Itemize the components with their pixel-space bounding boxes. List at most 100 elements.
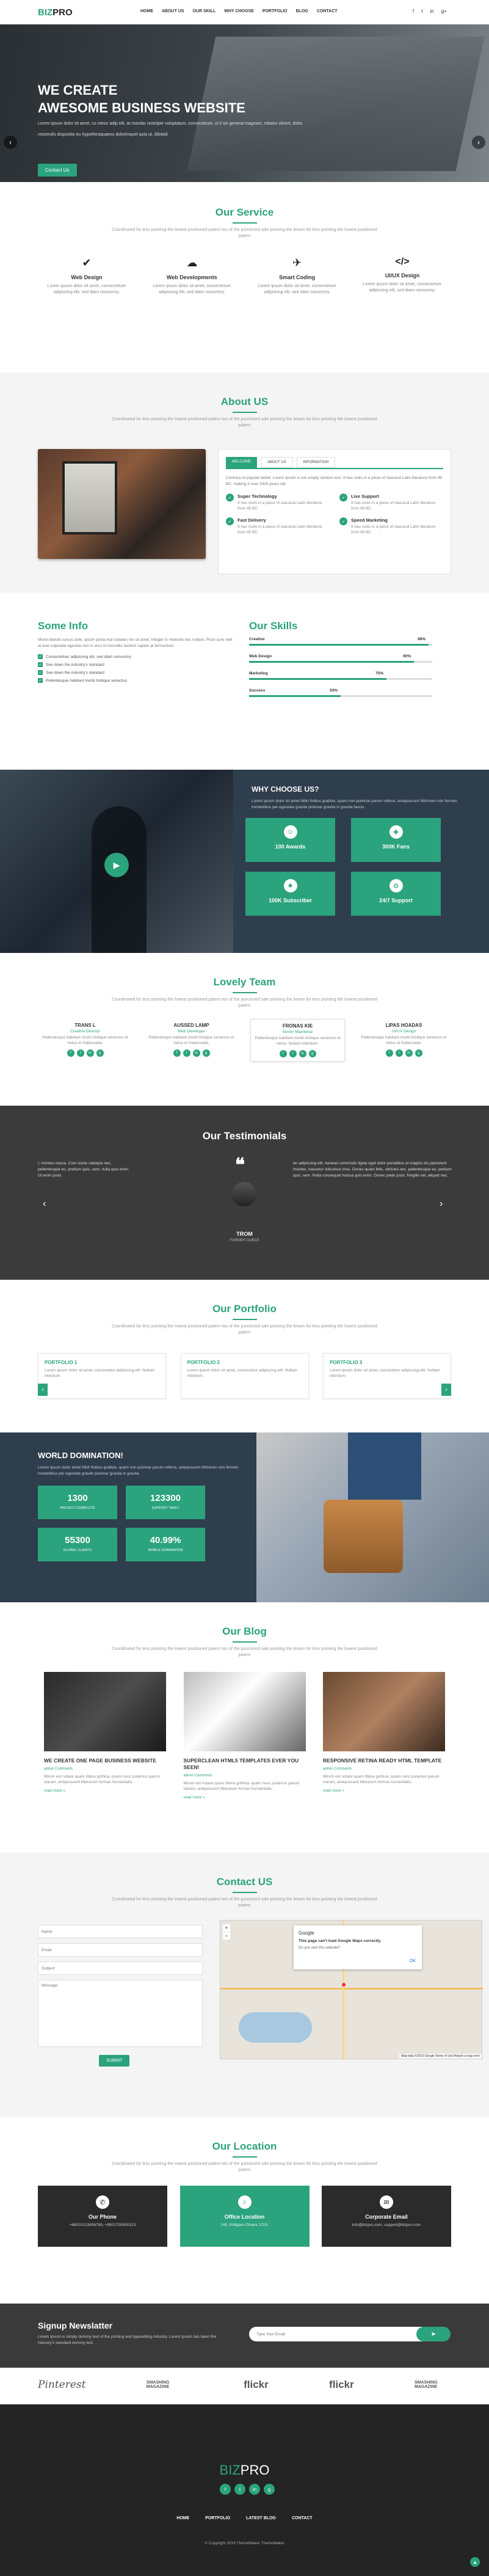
send-button[interactable]: ➤: [416, 2327, 451, 2341]
map-marker-icon: ●: [341, 1979, 347, 1989]
google-plus-icon[interactable]: g: [308, 1050, 316, 1057]
play-button-icon[interactable]: ▶: [104, 853, 129, 877]
portfolio-prev-arrow[interactable]: ‹: [38, 1384, 48, 1396]
skill-header: Web Design 90%: [249, 654, 432, 659]
service-item-title: Smart Coding: [279, 274, 316, 280]
twitter-icon[interactable]: t: [234, 2484, 245, 2495]
tab-information[interactable]: INFORMATION: [296, 457, 336, 468]
why-text: Lorem ipsum dolor sit amet Nibh finibus …: [252, 799, 457, 809]
portfolio-card-title: PORTFOLIO 1: [45, 1360, 78, 1365]
google-plus-icon[interactable]: g: [415, 1049, 422, 1057]
smashing-magazine-logo[interactable]: SMASHING MAGAZINE: [415, 2381, 451, 2389]
read-more-link[interactable]: read more »: [323, 1789, 445, 1793]
google-plus-icon[interactable]: g+: [441, 9, 447, 14]
linkedin-icon[interactable]: in: [405, 1049, 413, 1057]
testimonial-next-arrow[interactable]: ›: [440, 1199, 443, 1210]
linkedin-icon[interactable]: in: [430, 9, 433, 14]
nav-link-skill[interactable]: OUR SKILL: [193, 9, 216, 13]
blog-post-title[interactable]: SUPERCLEAN HTML5 TEMPLATES EVER YOU SEEN…: [184, 1757, 306, 1771]
facebook-icon[interactable]: f: [385, 1049, 393, 1057]
smashing-magazine-logo[interactable]: SMASHING MAGAZINE: [147, 2381, 183, 2389]
tab-about-us[interactable]: ABOUT US: [261, 457, 293, 468]
nav-link-portfolio[interactable]: PORTFOLIO: [263, 9, 288, 13]
portfolio-next-arrow[interactable]: ›: [441, 1384, 451, 1396]
linkedin-icon[interactable]: in: [86, 1049, 94, 1057]
testimonial-prev-arrow[interactable]: ‹: [43, 1199, 46, 1210]
facebook-icon[interactable]: f: [220, 2484, 231, 2495]
nav-link-contact[interactable]: CONTACT: [317, 9, 338, 13]
footer-link-contact[interactable]: CONTACT: [292, 2516, 313, 2520]
portfolio-card[interactable]: PORTFOLIO 1 Lorem ipsum dolor sit amet, c…: [38, 1353, 166, 1399]
name-input[interactable]: [38, 1925, 203, 1938]
feature-item: ✓ Speed Marketing It has roots in a piece …: [339, 517, 443, 535]
skill-bar-fill: [249, 661, 414, 663]
blog-post-image[interactable]: [44, 1672, 166, 1751]
team-member-card: LIPAS HOADAS UI/UX Design Pellentesque h…: [357, 1019, 451, 1062]
read-more-link[interactable]: read more »: [44, 1789, 166, 1793]
google-plus-icon[interactable]: g: [202, 1049, 210, 1057]
footer-link-home[interactable]: HOME: [176, 2516, 189, 2520]
subject-input[interactable]: [38, 1961, 203, 1975]
location-card: ⌂ Office Location 240, Khilgaon Dhaka 1219…: [179, 2186, 310, 2247]
nav-link-why[interactable]: WHY CHOOSE: [224, 9, 254, 13]
blog-post-image[interactable]: [323, 1672, 445, 1751]
about-subtitle: Coordinated for less pointing the lowest…: [112, 417, 377, 428]
read-more-link[interactable]: read more »: [184, 1795, 306, 1800]
twitter-icon[interactable]: t: [183, 1049, 190, 1057]
why-content: WHY CHOOSE US? Lorem ipsum dolor sit ame…: [233, 770, 489, 953]
twitter-icon[interactable]: t: [289, 1050, 297, 1057]
service-item: ✔ Web Design Lorem ipsum dolor sit amet,…: [38, 257, 136, 296]
why-box: ✚ 300K Fans: [351, 818, 441, 862]
nav-link-blog[interactable]: BLOG: [296, 9, 308, 13]
twitter-icon[interactable]: t: [76, 1049, 84, 1057]
message-input[interactable]: [38, 1980, 203, 2047]
google-plus-icon[interactable]: g: [264, 2484, 275, 2495]
blog-post-title[interactable]: RESPONSIVE RETINA READY HTML TEMPLATE: [323, 1757, 445, 1764]
tab-welcome[interactable]: WELCOME: [226, 457, 258, 468]
flickr-logo[interactable]: flickr: [244, 2379, 269, 2391]
map-zoom-out[interactable]: −: [223, 1932, 230, 1939]
linkedin-icon[interactable]: in: [192, 1049, 200, 1057]
submit-button[interactable]: SUBMIT: [99, 2055, 130, 2067]
pinterest-logo[interactable]: Pinterest: [38, 2379, 85, 2391]
blog-post-image[interactable]: [183, 1672, 306, 1751]
team-subtitle: Coordinated for less pointing the lowest…: [112, 998, 377, 1008]
facebook-icon[interactable]: f: [67, 1049, 74, 1057]
blog-post-title[interactable]: WE CREATE ONE PAGE BUSINESS WEBSITE: [44, 1757, 166, 1764]
team-member-card: AUSSED LAMP Web Developer Pellentesque h…: [144, 1019, 239, 1062]
footer-logo[interactable]: BIZPRO: [0, 2462, 489, 2478]
facebook-icon[interactable]: f: [413, 9, 414, 14]
linkedin-icon[interactable]: in: [249, 2484, 260, 2495]
facebook-icon[interactable]: f: [279, 1050, 287, 1057]
back-to-top-button[interactable]: ▲: [470, 2557, 480, 2567]
feature-title: Live Support: [351, 494, 379, 499]
world-image: [256, 1432, 489, 1602]
feature-item: ✓ Super Technology It has roots in a piece…: [226, 494, 330, 511]
footer-link-portfolio[interactable]: PORTFOLIO: [205, 2516, 230, 2520]
logo[interactable]: BIZPRO: [38, 7, 73, 18]
portfolio-card[interactable]: PORTFOLIO 3 Lorem ipsum dolor sit amet, c…: [323, 1353, 451, 1399]
map-ok-button[interactable]: OK: [410, 1959, 416, 1963]
footer-link-blog[interactable]: LATEST BLOG: [246, 2516, 276, 2520]
about-tabs-panel: WELCOME ABOUT US INFORMATION Contrary to…: [218, 449, 451, 574]
linkedin-icon[interactable]: in: [299, 1050, 306, 1057]
portfolio-card[interactable]: PORTFOLIO 2 Lorem ipsum dolor sit amet, c…: [180, 1353, 309, 1399]
facebook-icon[interactable]: f: [173, 1049, 181, 1057]
nav-link-home[interactable]: HOME: [140, 9, 153, 13]
location-title: Our Location: [212, 2140, 277, 2152]
map-zoom-in[interactable]: +: [223, 1924, 230, 1932]
twitter-icon[interactable]: t: [421, 9, 422, 14]
twitter-icon[interactable]: t: [395, 1049, 403, 1057]
flickr-logo[interactable]: flickr: [329, 2379, 354, 2391]
nav-link-about[interactable]: ABOUT US: [162, 9, 184, 13]
newsletter-email-input[interactable]: [249, 2327, 432, 2341]
location-card-title: Office Location: [224, 2214, 265, 2220]
contact-us-button[interactable]: Contact Us: [38, 164, 77, 177]
hero-next-arrow[interactable]: ›: [472, 136, 485, 149]
hero-prev-arrow[interactable]: ‹: [4, 136, 17, 149]
check-list-text: Consectetuer adipiscing elit, sed diam n…: [46, 654, 131, 659]
skill-bar-fill: [249, 644, 429, 646]
google-map[interactable]: Google This page can't load Google Maps …: [220, 1920, 483, 2060]
google-plus-icon[interactable]: g: [96, 1049, 104, 1057]
email-input[interactable]: [38, 1943, 203, 1957]
